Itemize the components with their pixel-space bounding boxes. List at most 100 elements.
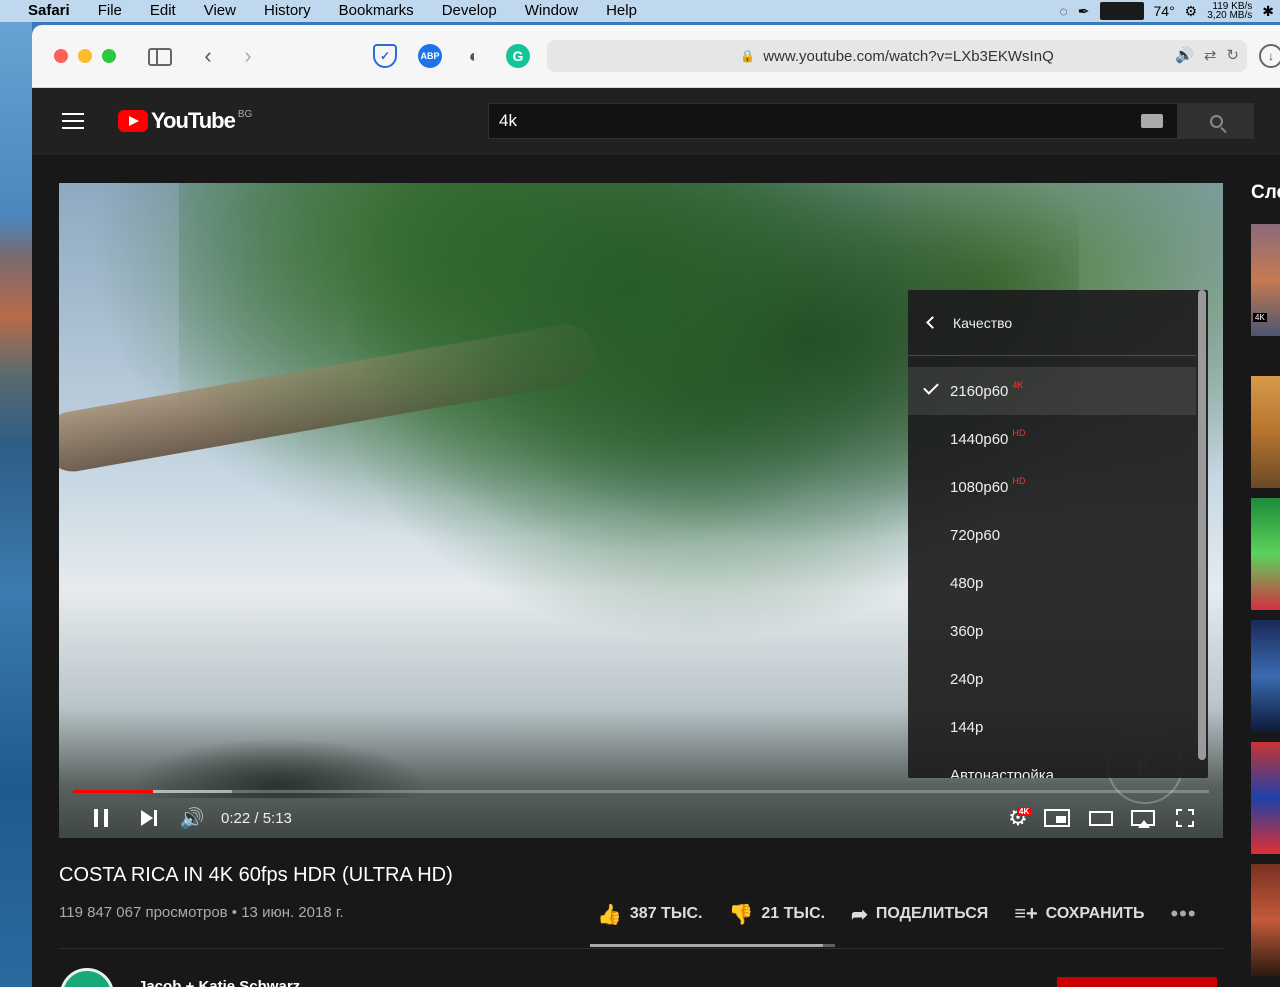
youtube-header: YouTube BG 4k — [32, 88, 1280, 155]
time-display: 0:22 / 5:13 — [221, 809, 292, 827]
progress-bar[interactable] — [73, 790, 1209, 793]
safari-window: ‹ › ✓ ABP ◐ G 🔒 www.youtube.com/watch?v=… — [32, 25, 1280, 987]
related-video-thumbnail[interactable] — [1251, 864, 1280, 976]
bluetooth-icon[interactable]: ✱ — [1262, 3, 1274, 20]
speaker-icon[interactable]: 🔊 — [1175, 46, 1194, 64]
network-stats[interactable]: 119 KB/s 3,20 MB/s — [1207, 2, 1252, 21]
gear-icon[interactable]: ⚙ — [1185, 3, 1198, 20]
reload-icon[interactable]: ↻ — [1226, 46, 1239, 64]
grammarly-icon[interactable]: G — [506, 44, 530, 68]
minimize-window-button[interactable] — [78, 49, 92, 63]
search-icon — [1209, 114, 1223, 128]
translate-icon[interactable]: ⇄ — [1204, 46, 1217, 64]
menu-app-safari[interactable]: Safari — [0, 0, 84, 22]
quality-option-label: 2160p60 — [950, 382, 1009, 400]
more-actions-icon[interactable]: ••• — [1170, 901, 1196, 927]
quality-menu: Качество 2160p60 4K 1440p60 HD 1080p60 HD 720p… — [908, 290, 1208, 778]
dislike-count: 21 ТЫС. — [761, 905, 826, 922]
check-icon — [923, 379, 939, 395]
quality-option-label: 720p60 — [950, 526, 1001, 544]
youtube-page: YouTube BG 4k K Качество 2160p604 — [32, 88, 1280, 987]
download-icon[interactable]: ↓ — [1259, 44, 1280, 68]
save-button[interactable]: ≡+ СОХРАНИТЬ — [1014, 903, 1144, 926]
menu-icon[interactable] — [62, 113, 84, 129]
menu-help[interactable]: Help — [592, 0, 651, 22]
url-text: www.youtube.com/watch?v=LXb3EKWsInQ — [763, 47, 1054, 65]
thumbs-down-icon: 👎 — [728, 903, 754, 926]
search-button[interactable] — [1178, 103, 1254, 139]
search-input[interactable]: 4k — [488, 103, 1178, 139]
quality-option-label: Автонастройка — [950, 766, 1054, 779]
sidebar-toggle-icon[interactable] — [148, 48, 172, 66]
divider — [59, 948, 1223, 949]
quality-option[interactable]: 144p — [908, 703, 1196, 751]
quality-option[interactable]: 480p — [908, 559, 1196, 607]
quality-options: 2160p60 4K 1440p60 HD 1080p60 HD 720p60 480p 360… — [908, 356, 1208, 778]
quality-option-label: 480p — [950, 574, 984, 592]
channel-avatar[interactable] — [60, 968, 114, 987]
miniplayer-button[interactable] — [1043, 803, 1071, 833]
keyboard-icon[interactable] — [1141, 114, 1163, 128]
share-arrow-icon: ➦ — [851, 903, 868, 926]
fullscreen-button[interactable] — [1173, 803, 1197, 833]
quality-option[interactable]: 720p60 — [908, 511, 1196, 559]
pause-button[interactable] — [89, 803, 113, 833]
playlist-add-icon: ≡+ — [1014, 902, 1038, 925]
menu-develop[interactable]: Develop — [428, 0, 511, 22]
menu-window[interactable]: Window — [511, 0, 592, 22]
address-bar[interactable]: 🔒 www.youtube.com/watch?v=LXb3EKWsInQ 🔊 … — [547, 40, 1247, 72]
like-button[interactable]: 👍 387 ТЫС. — [597, 902, 702, 927]
quality-option[interactable]: 240p — [908, 655, 1196, 703]
theater-mode-button[interactable] — [1087, 803, 1115, 833]
quality-badge: HD — [1012, 476, 1026, 486]
abp-icon[interactable]: ABP — [418, 44, 442, 68]
safari-toolbar: ‹ › ✓ ABP ◐ G 🔒 www.youtube.com/watch?v=… — [32, 25, 1280, 88]
youtube-logo[interactable]: YouTube BG — [118, 108, 252, 134]
menu-view[interactable]: View — [190, 0, 250, 22]
subscribe-button[interactable] — [1057, 977, 1217, 987]
related-video-thumbnail[interactable]: 4K — [1251, 224, 1280, 336]
up-next-heading: Сле — [1251, 182, 1280, 203]
quality-option-label: 360p — [950, 622, 984, 640]
temperature[interactable]: 74° — [1154, 3, 1175, 19]
menu-edit[interactable]: Edit — [136, 0, 190, 22]
back-icon[interactable]: ‹ — [198, 43, 218, 69]
quality-option[interactable]: 1080p60 HD — [908, 463, 1196, 511]
airplay-button[interactable] — [1129, 803, 1157, 833]
quality-option[interactable]: Автонастройка — [908, 751, 1196, 779]
video-player[interactable]: K Качество 2160p604K1440p60HD1080p60HD72… — [59, 183, 1223, 838]
menu-bar-status: ◌ ✒ 74° ⚙ 119 KB/s 3,20 MB/s ✱ — [1059, 0, 1280, 22]
privacy-icon[interactable]: ◐ — [462, 44, 486, 68]
quality-option[interactable]: 2160p60 4K — [908, 367, 1196, 415]
like-count: 387 ТЫС. — [629, 905, 703, 922]
forward-icon[interactable]: › — [238, 43, 258, 69]
menu-history[interactable]: History — [250, 0, 325, 22]
dislike-button[interactable]: 👎 21 ТЫС. — [728, 902, 825, 927]
menu-bookmarks[interactable]: Bookmarks — [325, 0, 428, 22]
related-video-thumbnail[interactable] — [1251, 498, 1280, 610]
shield-icon[interactable]: ✓ — [373, 44, 397, 68]
quality-option-label: 144p — [950, 718, 984, 736]
related-video-thumbnail[interactable] — [1251, 376, 1280, 488]
feather-icon[interactable]: ✒ — [1078, 3, 1090, 20]
quality-badge: HD — [1012, 428, 1026, 438]
quality-menu-header[interactable]: Качество — [908, 290, 1196, 356]
close-window-button[interactable] — [54, 49, 68, 63]
volume-icon[interactable]: 🔊 — [179, 803, 205, 833]
related-video-thumbnail[interactable] — [1251, 742, 1280, 854]
related-video-thumbnail[interactable] — [1251, 620, 1280, 732]
like-ratio-fill — [590, 944, 823, 947]
zoom-window-button[interactable] — [102, 49, 116, 63]
menu-file[interactable]: File — [84, 0, 136, 22]
quality-option-label: 240p — [950, 670, 984, 688]
quality-option[interactable]: 1440p60 HD — [908, 415, 1196, 463]
spinner-icon: ◌ — [1059, 3, 1068, 19]
settings-4k-badge: 4K — [1017, 807, 1032, 816]
channel-name[interactable]: Jacob + Katie Schwarz — [138, 978, 300, 987]
quality-menu-title: Качество — [953, 314, 1013, 331]
share-button[interactable]: ➦ ПОДЕЛИТЬСЯ — [851, 902, 988, 927]
quality-option[interactable]: 360p — [908, 607, 1196, 655]
next-button[interactable] — [137, 803, 161, 833]
cpu-meter[interactable] — [1099, 2, 1144, 20]
quality-menu-scrollbar[interactable] — [1198, 290, 1206, 760]
